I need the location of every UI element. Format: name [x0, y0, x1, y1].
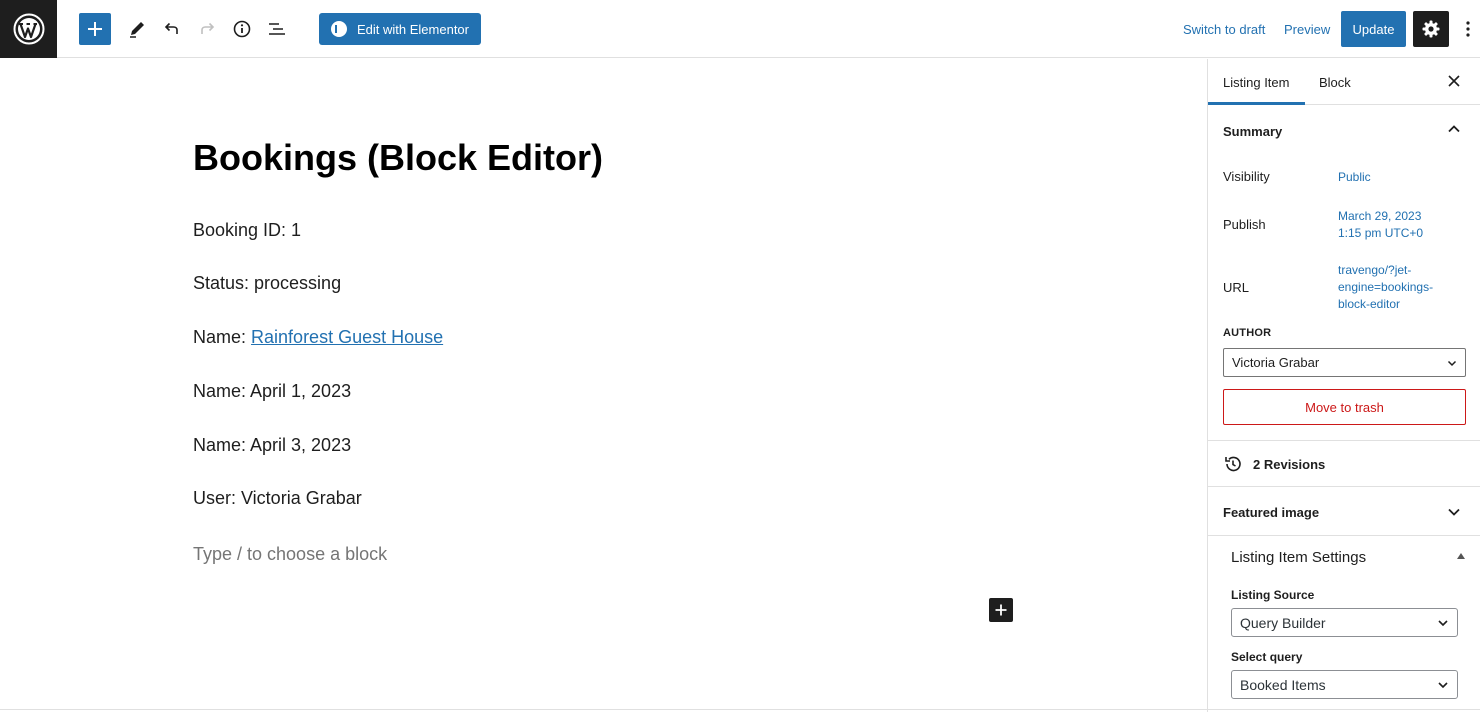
- update-button[interactable]: Update: [1341, 11, 1406, 47]
- publish-time: 1:15 pm UTC+0: [1338, 226, 1424, 240]
- editor-canvas[interactable]: Bookings (Block Editor) Booking ID: 1 St…: [0, 59, 1207, 712]
- url-value[interactable]: travengo/?jet- engine=bookings- block-ed…: [1338, 262, 1448, 313]
- settings-sidebar: Listing Item Block Summary Visibility Pu…: [1207, 59, 1480, 712]
- divider: [1208, 440, 1480, 441]
- block-inserter-button[interactable]: [989, 598, 1013, 622]
- listing-source-label: Listing Source: [1231, 588, 1315, 602]
- author-value: Victoria Grabar: [1232, 355, 1320, 370]
- wordpress-logo-icon[interactable]: [0, 0, 57, 58]
- undo-button[interactable]: [156, 13, 188, 45]
- settings-button[interactable]: [1413, 11, 1449, 47]
- chevron-down-icon: [1447, 360, 1457, 367]
- plus-icon: [88, 22, 102, 36]
- redo-icon: [201, 22, 215, 34]
- chevron-down-icon: [1438, 620, 1448, 627]
- details-button[interactable]: [226, 13, 258, 45]
- more-vertical-icon: [1466, 21, 1470, 37]
- undo-icon: [164, 22, 178, 34]
- listing-source-select[interactable]: Query Builder: [1231, 608, 1458, 637]
- chevron-up-icon[interactable]: [1447, 122, 1461, 136]
- sidebar-tabs: Listing Item Block: [1208, 59, 1480, 105]
- edit-with-elementor-label: Edit with Elementor: [357, 21, 469, 37]
- edit-with-elementor-button[interactable]: Edit with Elementor: [319, 13, 481, 45]
- block-placeholder[interactable]: Type / to choose a block: [193, 544, 387, 565]
- select-query-label: Select query: [1231, 650, 1303, 664]
- options-menu-button[interactable]: [1456, 13, 1480, 45]
- tab-block[interactable]: Block: [1319, 75, 1351, 90]
- visibility-label: Visibility: [1223, 169, 1270, 184]
- publish-date-value[interactable]: March 29, 2023 1:15 pm UTC+0: [1338, 208, 1448, 242]
- listing-item-settings-title[interactable]: Listing Item Settings: [1231, 549, 1366, 566]
- guest-house-link[interactable]: Rainforest Guest House: [251, 327, 443, 347]
- paragraph-date-start[interactable]: Name: April 1, 2023: [193, 381, 351, 402]
- visibility-value[interactable]: Public: [1338, 169, 1448, 186]
- redo-button[interactable]: [191, 13, 223, 45]
- tools-button[interactable]: [121, 13, 153, 45]
- chevron-down-icon[interactable]: [1447, 505, 1461, 519]
- listing-source-value: Query Builder: [1240, 614, 1326, 631]
- add-block-button[interactable]: [79, 13, 111, 45]
- paragraph-name-prefix: Name:: [193, 327, 252, 347]
- pencil-icon: [130, 22, 144, 38]
- url-line-2: engine=bookings-: [1338, 280, 1434, 294]
- plus-icon: [995, 604, 1007, 616]
- divider: [1208, 535, 1480, 536]
- revisions-label: 2 Revisions: [1253, 456, 1326, 472]
- divider: [1208, 486, 1480, 487]
- chevron-down-icon: [1438, 682, 1448, 689]
- paragraph-status[interactable]: Status: processing: [193, 273, 341, 294]
- post-title[interactable]: Bookings (Block Editor): [193, 137, 603, 179]
- info-icon: [233, 20, 251, 38]
- list-view-icon: [269, 23, 285, 35]
- select-query-value: Booked Items: [1240, 676, 1326, 693]
- editor-toolbar: Edit with Elementor Switch to draft Prev…: [0, 0, 1480, 58]
- close-icon: [1448, 75, 1460, 87]
- featured-image-title[interactable]: Featured image: [1223, 505, 1319, 520]
- select-query-select[interactable]: Booked Items: [1231, 670, 1458, 699]
- revisions-link[interactable]: 2 Revisions: [1223, 454, 1325, 474]
- author-select[interactable]: Victoria Grabar: [1223, 348, 1466, 377]
- switch-to-draft-link[interactable]: Switch to draft: [1183, 22, 1265, 37]
- preview-link[interactable]: Preview: [1284, 22, 1330, 37]
- publish-date: March 29, 2023: [1338, 209, 1422, 223]
- url-label: URL: [1223, 280, 1250, 295]
- list-view-button[interactable]: [261, 13, 293, 45]
- paragraph-date-end[interactable]: Name: April 3, 2023: [193, 435, 351, 456]
- url-line-3: block-editor: [1338, 297, 1401, 311]
- url-line-1: travengo/?jet-: [1338, 263, 1412, 277]
- bottom-border: [0, 709, 1480, 710]
- publish-label: Publish: [1223, 217, 1266, 232]
- paragraph-booking-id[interactable]: Booking ID: 1: [193, 220, 301, 241]
- author-label: AUTHOR: [1223, 327, 1272, 339]
- active-tab-indicator: [1208, 102, 1305, 105]
- close-sidebar-button[interactable]: [1444, 71, 1464, 91]
- paragraph-name[interactable]: Name: Rainforest Guest House: [193, 327, 443, 348]
- gear-icon: [1422, 20, 1440, 38]
- tab-listing-item[interactable]: Listing Item: [1223, 75, 1289, 90]
- history-icon: [1225, 456, 1241, 472]
- paragraph-user[interactable]: User: Victoria Grabar: [193, 488, 362, 509]
- move-to-trash-button[interactable]: Move to trash: [1223, 389, 1466, 425]
- summary-title[interactable]: Summary: [1223, 124, 1282, 139]
- elementor-icon: [331, 21, 347, 37]
- caret-up-icon[interactable]: [1457, 553, 1465, 559]
